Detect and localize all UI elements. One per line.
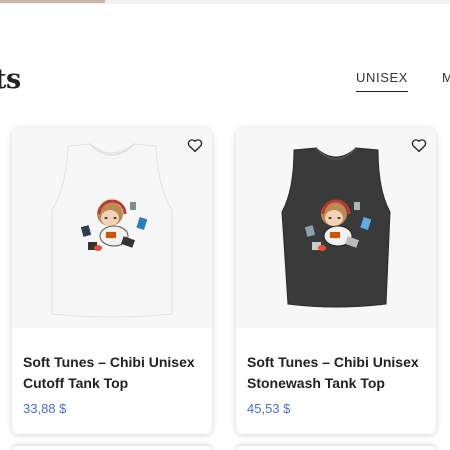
tab-men[interactable]: ME — [442, 70, 450, 92]
heart-outline-icon[interactable] — [186, 136, 204, 154]
heart-outline-icon[interactable] — [410, 136, 428, 154]
product-title[interactable]: Soft Tunes – Chibi Unisex Stonewash Tank… — [247, 352, 427, 394]
next-product-card-edge[interactable] — [236, 446, 436, 450]
product-card[interactable]: Soft Tunes – Chibi Unisex Cutoff Tank To… — [12, 128, 212, 434]
tab-unisex[interactable]: UNISEX — [356, 70, 409, 92]
top-banner-strip — [0, 0, 450, 4]
next-product-card-edge[interactable] — [12, 446, 212, 450]
product-image[interactable] — [236, 128, 436, 328]
product-title[interactable]: Soft Tunes – Chibi Unisex Cutoff Tank To… — [23, 352, 203, 394]
tank-top-illustration — [281, 147, 391, 308]
product-image[interactable] — [12, 128, 212, 328]
product-listing-page: ts UNISEX ME — [0, 0, 450, 450]
section-title: ts — [0, 64, 21, 95]
product-price: 45,53 $ — [247, 401, 291, 416]
product-card[interactable]: Soft Tunes – Chibi Unisex Stonewash Tank… — [236, 128, 436, 434]
category-tabs: UNISEX ME — [356, 70, 450, 92]
product-price: 33,88 $ — [23, 401, 67, 416]
banner-accent — [0, 0, 105, 3]
tank-top-illustration — [51, 143, 173, 318]
